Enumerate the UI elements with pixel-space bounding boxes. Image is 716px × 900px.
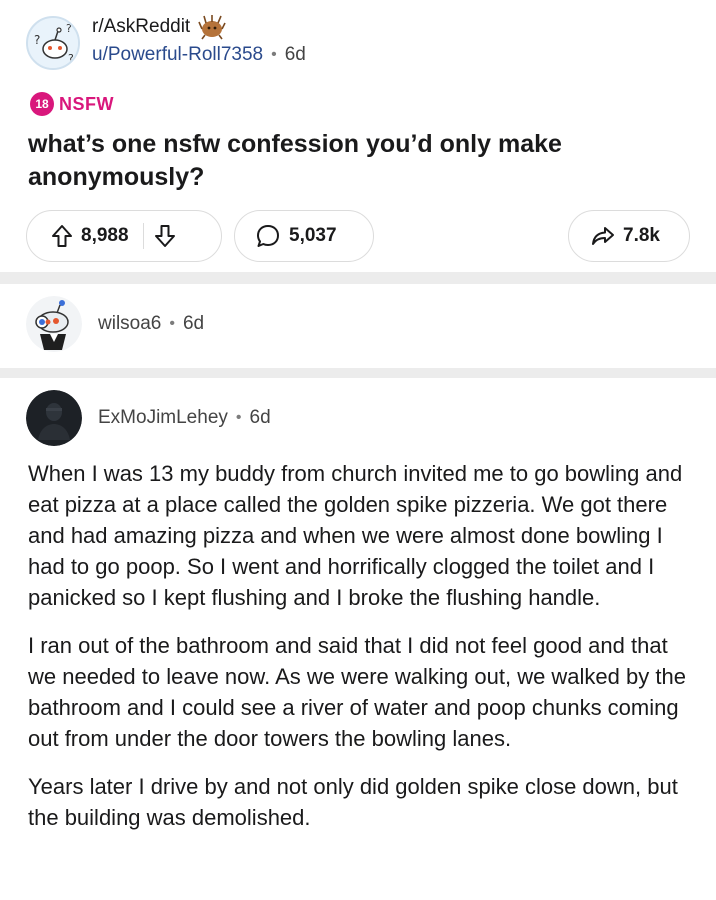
award-icon	[198, 15, 226, 40]
snoo-avatar-icon	[26, 296, 82, 352]
subreddit-avatar[interactable]: ? ? ?	[26, 16, 80, 70]
svg-text:?: ?	[34, 33, 40, 47]
post-action-bar: 8,988 5,037 7.8k	[26, 210, 690, 262]
post-age: 6d	[284, 44, 306, 65]
separator-dot: •	[235, 409, 242, 426]
nsfw-18-icon: 18	[30, 92, 54, 116]
nsfw-label: NSFW	[59, 93, 114, 114]
vote-divider	[142, 223, 144, 249]
profile-photo-icon	[26, 390, 82, 446]
downvote-arrow-icon[interactable]	[154, 224, 176, 248]
svg-text:?: ?	[68, 52, 74, 65]
avatar[interactable]	[26, 390, 82, 446]
upvote-count: 8,988	[81, 225, 129, 246]
share-count: 7.8k	[623, 225, 660, 246]
nsfw-tag: 18 NSFW	[30, 92, 114, 116]
separator-dot: •	[169, 315, 175, 332]
askreddit-snoo-icon: ? ? ?	[28, 18, 78, 68]
share-arrow-icon	[592, 227, 614, 245]
subreddit-name[interactable]: r/AskReddit	[92, 16, 190, 38]
comment-body: When I was 13 my buddy from church invit…	[28, 458, 692, 850]
comment-author[interactable]: ExMoJimLehey	[98, 407, 228, 429]
post-title[interactable]: what’s one nsfw confession you’d only ma…	[28, 128, 688, 194]
svg-text:?: ?	[66, 22, 72, 35]
comment-header: wilsoa6 • 6d	[26, 296, 204, 352]
separator-dot: •	[271, 46, 277, 63]
comment-paragraph: I ran out of the bathroom and said that …	[28, 633, 686, 751]
comment-header: ExMoJimLehey • 6d	[26, 390, 271, 446]
comment-author[interactable]: wilsoa6	[98, 313, 161, 335]
comment-paragraph: Years later I drive by and not only did …	[28, 774, 678, 830]
post-header: ? ? ? r/AskReddit u/Powerful-Roll7358 • …	[26, 12, 686, 72]
comment-age: 6d	[249, 407, 271, 428]
comment-bubble-icon	[257, 225, 279, 247]
section-divider	[0, 368, 716, 378]
comment-paragraph: When I was 13 my buddy from church invit…	[28, 461, 683, 610]
post-author[interactable]: u/Powerful-Roll7358	[92, 44, 263, 66]
comment-count: 5,037	[289, 225, 337, 246]
vote-control: 8,988	[26, 210, 222, 262]
comment-age: 6d	[182, 313, 205, 334]
share-button[interactable]: 7.8k	[568, 210, 690, 262]
section-divider	[0, 272, 716, 284]
comments-button[interactable]: 5,037	[234, 210, 374, 262]
avatar[interactable]	[26, 296, 82, 352]
upvote-arrow-icon[interactable]	[51, 224, 73, 248]
